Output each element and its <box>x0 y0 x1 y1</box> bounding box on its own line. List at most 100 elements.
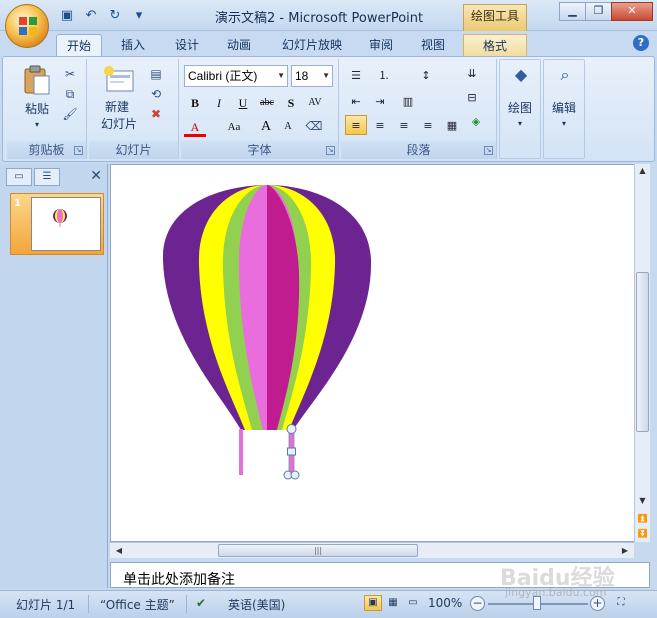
slide-thumbnail[interactable]: 1 <box>10 193 104 255</box>
layout-icon[interactable]: ▤ <box>147 65 165 83</box>
prev-slide-icon[interactable]: ⏫ <box>635 512 650 526</box>
zoom-out-icon[interactable]: − <box>470 596 485 611</box>
zoom-slider-knob[interactable] <box>533 596 541 610</box>
bullets-icon[interactable]: ☰ <box>345 65 367 85</box>
scroll-right-icon[interactable]: ▶ <box>618 543 632 558</box>
qat-dropdown-icon[interactable]: ▾ <box>130 7 148 25</box>
pane-close-icon[interactable]: ✕ <box>90 168 102 184</box>
selection-handle-bottom-2 <box>290 470 300 480</box>
tab-format[interactable]: 格式 <box>463 34 527 56</box>
distribute-icon[interactable]: ▦ <box>441 115 463 135</box>
help-icon[interactable]: ? <box>633 35 649 51</box>
tab-design[interactable]: 设计 <box>164 34 210 56</box>
window-title: 演示文稿2 - Microsoft PowerPoint <box>215 11 424 26</box>
slideshow-view-icon[interactable]: ▭ <box>404 595 422 611</box>
paste-button[interactable]: 粘贴 <box>19 101 55 117</box>
office-button[interactable] <box>5 4 49 48</box>
notes-pane[interactable]: 单击此处添加备注 <box>110 562 650 588</box>
scroll-down-icon[interactable]: ▼ <box>635 494 650 508</box>
close-button[interactable]: ✕ <box>611 2 653 21</box>
paste-icon[interactable] <box>23 65 51 95</box>
editing-group[interactable]: ⌕ 编辑 ▾ <box>543 59 585 159</box>
delete-slide-icon[interactable]: ✖ <box>147 105 165 123</box>
vertical-scroll-thumb[interactable] <box>636 272 649 432</box>
columns-icon[interactable]: ▥ <box>397 91 419 111</box>
spellcheck-icon[interactable]: ✔ <box>196 596 206 610</box>
italic-button[interactable]: I <box>208 93 230 113</box>
new-slide-icon[interactable] <box>101 63 135 95</box>
pane-tabs: ▭ ☰ ✕ <box>6 166 106 186</box>
normal-view-icon[interactable]: ▣ <box>364 595 382 611</box>
underline-button[interactable]: U <box>232 93 254 113</box>
editing-label: 编辑 <box>551 101 576 115</box>
zoom-level[interactable]: 100% <box>428 596 462 610</box>
tab-review[interactable]: 审阅 <box>358 34 404 56</box>
horizontal-scroll-thumb[interactable]: ||| <box>218 544 418 557</box>
zoom-in-icon[interactable]: + <box>590 596 605 611</box>
font-launcher-icon[interactable]: ↘ <box>326 146 335 155</box>
char-spacing-button[interactable]: AV <box>304 93 326 113</box>
copy-icon[interactable]: ⧉ <box>61 85 79 103</box>
tab-view[interactable]: 视图 <box>410 34 456 56</box>
drawing-dropdown-icon: ▾ <box>517 119 522 128</box>
slide-thumbnail-number: 1 <box>14 198 21 209</box>
slides-tab-icon[interactable]: ▭ <box>6 168 32 186</box>
grow-font-button[interactable]: A <box>255 117 277 137</box>
binoculars-icon: ⌕ <box>560 65 570 84</box>
restore-button[interactable]: ❐ <box>585 2 612 21</box>
slide-canvas[interactable] <box>110 164 635 542</box>
justify-icon[interactable]: ≡ <box>417 115 439 135</box>
font-name-select[interactable]: Calibri (正文) ▼ <box>184 65 288 87</box>
slide-sorter-icon[interactable]: ▦ <box>384 595 402 611</box>
decrease-indent-icon[interactable]: ⇤ <box>345 91 367 111</box>
align-right-icon[interactable]: ≡ <box>393 115 415 135</box>
align-text-icon[interactable]: ⊟ <box>461 87 483 107</box>
vertical-scrollbar[interactable]: ▲ ▼ ⏫ ⏬ <box>634 164 650 542</box>
tab-home[interactable]: 开始 <box>56 34 102 56</box>
fit-to-window-icon[interactable]: ⛶ <box>612 595 630 611</box>
notes-placeholder: 单击此处添加备注 <box>123 572 235 588</box>
format-painter-icon[interactable]: 🖌 <box>61 105 79 123</box>
change-case-button[interactable]: Aa <box>221 117 247 137</box>
text-direction-icon[interactable]: ⇊ <box>461 63 483 83</box>
tab-insert[interactable]: 插入 <box>110 34 156 56</box>
align-center-icon[interactable]: ≡ <box>369 115 391 135</box>
minimize-button[interactable]: ▁ <box>559 2 586 21</box>
shrink-font-button[interactable]: A <box>277 117 299 137</box>
smartart-icon[interactable]: ◈ <box>465 111 487 131</box>
paragraph-launcher-icon[interactable]: ↘ <box>484 146 493 155</box>
drawing-group[interactable]: ◆ 绘图 ▾ <box>499 59 541 159</box>
tab-slideshow[interactable]: 幻灯片放映 <box>270 34 354 56</box>
clipboard-group: 粘贴 ▾ ✂ ⧉ 🖌 剪贴板 ↘ <box>7 59 87 159</box>
save-icon[interactable]: ▣ <box>58 7 76 25</box>
horizontal-scrollbar[interactable]: ◀ ||| ▶ <box>110 542 634 558</box>
increase-indent-icon[interactable]: ⇥ <box>369 91 391 111</box>
font-size-dropdown-icon: ▼ <box>322 71 330 80</box>
font-group-label: 字体 <box>181 141 338 159</box>
reset-icon[interactable]: ⟲ <box>147 85 165 103</box>
font-size-select[interactable]: 18 ▼ <box>291 65 333 87</box>
undo-icon[interactable]: ↶ <box>82 7 100 25</box>
scroll-up-icon[interactable]: ▲ <box>635 164 650 178</box>
numbering-icon[interactable]: ⒈ <box>373 65 395 85</box>
clear-format-icon[interactable]: ⌫ <box>305 117 323 135</box>
strikethrough-button[interactable]: abc <box>256 93 278 113</box>
new-slide-label-2[interactable]: 幻灯片 <box>91 116 147 132</box>
paragraph-group-label: 段落 <box>341 141 496 159</box>
outline-tab-icon[interactable]: ☰ <box>34 168 60 186</box>
paste-dropdown-icon[interactable]: ▾ <box>31 117 43 133</box>
scroll-left-icon[interactable]: ◀ <box>112 543 126 558</box>
font-color-button[interactable]: A <box>184 117 206 137</box>
shadow-button[interactable]: S <box>280 93 302 113</box>
language[interactable]: 英语(美国) <box>228 596 285 613</box>
cut-icon[interactable]: ✂ <box>61 65 79 83</box>
next-slide-icon[interactable]: ⏬ <box>635 527 650 541</box>
line-spacing-icon[interactable]: ↕ <box>415 65 437 85</box>
tab-animations[interactable]: 动画 <box>216 34 262 56</box>
new-slide-label-1[interactable]: 新建 <box>93 99 141 115</box>
bold-button[interactable]: B <box>184 93 206 113</box>
selection-handle-mid <box>287 447 296 456</box>
align-left-icon[interactable]: ≡ <box>345 115 367 135</box>
redo-icon[interactable]: ↻ <box>106 7 124 25</box>
clipboard-launcher-icon[interactable]: ↘ <box>74 146 83 155</box>
